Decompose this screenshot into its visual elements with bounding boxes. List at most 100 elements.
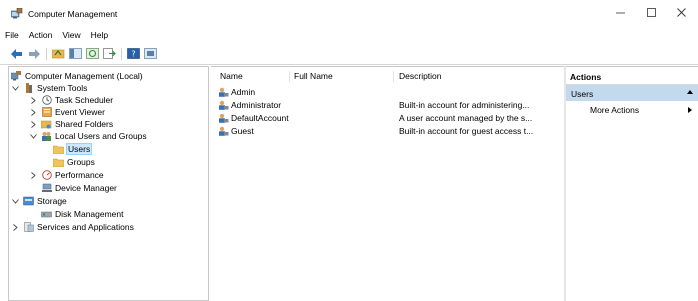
menu-view[interactable]: View	[57, 28, 85, 43]
menu-bar: File Action View Help	[0, 28, 698, 43]
tree-item-local-users-and-groups[interactable]: Local Users and Groups	[29, 130, 147, 142]
tree-item-label: Local Users and Groups	[55, 131, 147, 141]
chevron-right-icon[interactable]	[29, 170, 38, 180]
user-description: Built-in account for administering...	[399, 100, 530, 110]
tree-item-label: Device Manager	[55, 183, 117, 193]
svg-text:?: ?	[131, 50, 135, 59]
tree-item-performance[interactable]: Performance	[29, 169, 104, 181]
show-hide-console-tree-icon	[68, 48, 82, 59]
submenu-arrow-icon[interactable]	[688, 107, 692, 113]
folder-icon	[53, 144, 64, 154]
properties-button[interactable]	[143, 47, 157, 60]
tree-item-label: Event Viewer	[55, 107, 105, 117]
tree-item-event-viewer[interactable]: Event Viewer	[29, 106, 105, 118]
list-item[interactable]: Administrator	[218, 99, 281, 111]
tree-item-storage[interactable]: Storage	[11, 195, 67, 207]
list-item[interactable]: DefaultAccount	[218, 112, 289, 124]
tree-root[interactable]: Computer Management (Local)	[11, 70, 143, 82]
user-name: Admin	[231, 87, 256, 97]
chevron-down-icon[interactable]	[11, 83, 20, 93]
column-separator[interactable]	[289, 71, 290, 82]
maximize-button[interactable]	[637, 3, 665, 21]
tree-item-services-and-applications[interactable]: Services and Applications	[11, 221, 134, 233]
collapse-caret-icon[interactable]	[687, 90, 693, 94]
column-header-description[interactable]: Description	[399, 71, 442, 83]
tree-root-label: Computer Management (Local)	[25, 71, 143, 81]
help-button[interactable]: ?	[126, 47, 140, 60]
tree-item-groups[interactable]: Groups	[53, 156, 95, 168]
chevron-right-icon[interactable]	[29, 119, 38, 129]
chevron-right-icon[interactable]	[11, 222, 20, 232]
show-hide-console-tree-button[interactable]	[68, 47, 82, 60]
back-arrow-icon	[11, 48, 22, 59]
event-viewer-icon	[41, 107, 52, 117]
toolbar-bottom-border	[0, 64, 698, 65]
column-header-full-name[interactable]: Full Name	[294, 71, 333, 83]
actions-pane: Actions Users More Actions	[566, 66, 698, 301]
actions-title: Actions	[566, 67, 698, 85]
export-list-icon	[102, 48, 116, 59]
title-bar: Computer Management	[0, 0, 698, 24]
refresh-button[interactable]	[85, 47, 99, 60]
chevron-down-icon[interactable]	[11, 196, 20, 206]
list-item[interactable]: Guest	[218, 125, 254, 137]
folder-icon	[53, 157, 64, 167]
close-icon	[676, 7, 686, 17]
tree-item-disk-management[interactable]: Disk Management	[41, 208, 124, 220]
users-group-icon	[41, 131, 52, 141]
toolbar-separator	[46, 47, 47, 60]
user-description-cell: Built-in account for administering...	[399, 99, 529, 111]
user-icon	[219, 100, 229, 110]
chevron-down-icon[interactable]	[29, 131, 38, 141]
column-header-name[interactable]: Name	[220, 71, 243, 83]
computer-management-icon	[11, 8, 23, 19]
window-title: Computer Management	[28, 9, 118, 19]
close-button[interactable]	[667, 3, 695, 21]
tree-item-label: Storage	[37, 196, 67, 206]
maximize-icon	[646, 7, 656, 17]
tree-item-label: Task Scheduler	[55, 95, 114, 105]
disk-management-icon	[41, 209, 52, 219]
up-one-level-button[interactable]	[51, 47, 65, 60]
user-description: Built-in account for guest access t...	[399, 126, 534, 136]
tree-item-system-tools[interactable]: System Tools	[11, 82, 87, 94]
export-list-button[interactable]	[102, 47, 116, 60]
list-item[interactable]: Admin	[218, 86, 255, 98]
forward-button[interactable]	[27, 47, 41, 60]
help-icon: ?	[126, 48, 140, 59]
up-folder-icon	[51, 49, 64, 59]
user-icon	[219, 113, 229, 123]
user-icon	[219, 126, 229, 136]
minimize-button[interactable]	[606, 3, 634, 21]
console-tree[interactable]: Computer Management (Local) System Tools…	[8, 66, 209, 301]
actions-section-users[interactable]: Users	[566, 85, 698, 101]
menu-action[interactable]: Action	[24, 28, 58, 43]
tree-item-label: Performance	[55, 170, 104, 180]
services-icon	[23, 222, 34, 232]
tree-item-users[interactable]: Users	[53, 143, 93, 155]
user-icon	[219, 87, 229, 97]
shared-folder-icon	[41, 119, 52, 129]
tree-item-device-manager[interactable]: Device Manager	[41, 182, 117, 194]
minimize-icon	[615, 12, 625, 13]
tree-item-label: Groups	[67, 157, 95, 167]
user-description-cell: Built-in account for guest access t...	[399, 125, 533, 137]
user-name: Guest	[231, 126, 254, 136]
tree-item-shared-folders[interactable]: Shared Folders	[29, 118, 113, 130]
device-manager-icon	[41, 183, 52, 193]
menu-file[interactable]: File	[0, 28, 24, 43]
more-actions-item[interactable]: More Actions	[590, 105, 639, 115]
menu-help[interactable]: Help	[86, 28, 113, 43]
tree-item-task-scheduler[interactable]: Task Scheduler	[29, 94, 113, 106]
storage-icon	[23, 196, 34, 206]
tree-item-label: Disk Management	[55, 209, 124, 219]
chevron-right-icon[interactable]	[29, 107, 38, 117]
chevron-right-icon[interactable]	[29, 95, 38, 105]
actions-section-label: Users	[571, 89, 594, 99]
back-button[interactable]	[10, 47, 24, 60]
users-list[interactable]: Name Full Name Description Admin Adminis…	[211, 66, 564, 301]
toolbox-icon	[23, 83, 34, 93]
user-name: Administrator	[231, 100, 282, 110]
clock-icon	[41, 95, 52, 105]
column-separator[interactable]	[393, 71, 394, 82]
